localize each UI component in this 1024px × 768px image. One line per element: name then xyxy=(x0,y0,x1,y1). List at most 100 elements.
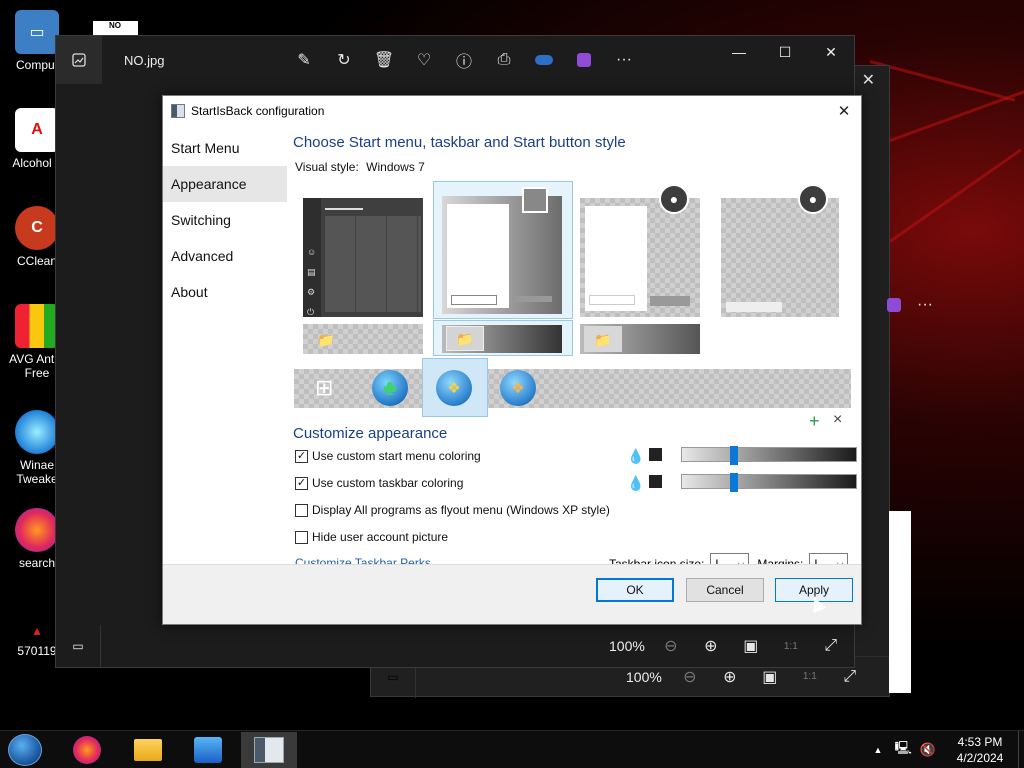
show-desktop-button[interactable] xyxy=(1018,731,1024,768)
start-style-windows8[interactable] xyxy=(580,198,700,317)
remove-style-button[interactable]: × xyxy=(833,411,842,429)
clock-date: 4/2/2024 xyxy=(956,751,1004,765)
fullscreen-icon[interactable]: ⤢ xyxy=(811,634,851,658)
fit-icon[interactable]: ▣ xyxy=(731,634,771,658)
start-style-windows10[interactable]: ☺ ▤ ⚙ ⏻ xyxy=(303,198,423,317)
firefox-icon xyxy=(73,736,101,764)
dialog-close-button[interactable]: ✕ xyxy=(833,100,855,122)
color-swatch[interactable] xyxy=(649,448,662,461)
transparency-drop-icon: 💧 xyxy=(627,474,645,491)
computer-icon: ▭ xyxy=(15,10,59,54)
zoom-out-icon[interactable]: ⊖ xyxy=(651,634,691,658)
zoom-in-icon[interactable]: ⊕ xyxy=(691,634,731,658)
zoom-in-icon[interactable]: ⊕ xyxy=(710,665,750,689)
fullscreen-icon[interactable]: ⤢ xyxy=(830,665,870,689)
maximize-button[interactable]: ☐ xyxy=(762,36,808,68)
startmenu-transparency-slider[interactable] xyxy=(681,446,857,465)
filmstrip-icon[interactable]: ▭ xyxy=(56,625,101,667)
start-button-clover[interactable]: ♣ xyxy=(372,370,408,406)
cancel-button[interactable]: Cancel xyxy=(686,578,764,602)
chevron-up-icon[interactable]: ▲ xyxy=(874,745,883,755)
file-name: NO.jpg xyxy=(124,52,165,68)
startisback-icon xyxy=(171,103,185,118)
checkbox[interactable] xyxy=(295,530,308,544)
zoom-level: 100% xyxy=(626,668,662,685)
rotate-icon[interactable]: ↻ xyxy=(324,48,364,72)
ok-button[interactable]: OK xyxy=(596,578,674,602)
clock[interactable]: 4:53 PM 4/2/2024 xyxy=(944,734,1016,766)
add-style-button[interactable]: + xyxy=(809,411,820,432)
close-button[interactable]: ✕ xyxy=(808,36,854,68)
volume-muted-icon[interactable]: 🔇 xyxy=(920,742,936,758)
taskbar-app-startisback[interactable] xyxy=(241,732,297,768)
nav-switching[interactable]: Switching xyxy=(163,202,287,238)
option-custom-startmenu-coloring[interactable]: ✓ Use custom start menu coloring xyxy=(295,449,481,463)
visual-style-label: Visual style: xyxy=(295,160,359,174)
customize-heading: Customize appearance xyxy=(293,425,448,442)
alcohol-icon: A xyxy=(15,108,59,152)
taskbar-style-3[interactable]: 📁 xyxy=(580,324,700,354)
transparency-drop-icon: 💧 xyxy=(627,447,645,464)
checkbox[interactable]: ✓ xyxy=(295,449,308,463)
start-style-windows7[interactable] xyxy=(433,181,573,319)
color-swatch[interactable] xyxy=(649,475,662,488)
actual-size-icon[interactable]: 1:1 xyxy=(771,634,811,658)
thumbnail-text: NO xyxy=(109,21,121,30)
taskbar-style-1[interactable]: 📁 xyxy=(303,324,423,354)
start-button[interactable] xyxy=(8,734,42,766)
option-label: Hide user account picture xyxy=(312,530,449,544)
taskbar-app-firefox[interactable] xyxy=(59,732,115,768)
firefox-icon xyxy=(15,508,59,552)
folder-icon: 📁 xyxy=(317,332,335,348)
startisback-dialog[interactable]: StartIsBack configuration ✕ Start Menu A… xyxy=(162,95,862,625)
print-icon[interactable]: ⎙ xyxy=(484,48,524,72)
option-label: Display All programs as flyout menu (Win… xyxy=(312,503,610,517)
option-custom-taskbar-coloring[interactable]: ✓ Use custom taskbar coloring xyxy=(295,476,463,490)
clipchamp-icon[interactable] xyxy=(564,48,604,72)
start-button-windows7[interactable]: ❖ xyxy=(436,370,472,406)
option-hide-user-picture[interactable]: Hide user account picture xyxy=(295,530,448,544)
window-controls: — ☐ ✕ xyxy=(716,36,854,68)
delete-icon[interactable]: 🗑 xyxy=(364,48,404,72)
clipchamp-icon[interactable] xyxy=(887,298,901,312)
onedrive-icon[interactable] xyxy=(524,48,564,72)
taskbar-color-row: 💧 xyxy=(627,473,857,492)
photos-bottombar: ▭ 100% ⊖ ⊕ ▣ 1:1 ⤢ xyxy=(56,625,854,667)
file-icon: ▴ xyxy=(33,621,41,638)
nav-appearance[interactable]: Appearance xyxy=(163,166,287,202)
section-heading: Choose Start menu, taskbar and Start but… xyxy=(293,134,626,151)
actual-size-icon[interactable]: 1:1 xyxy=(790,665,830,689)
slider-thumb[interactable] xyxy=(730,473,738,492)
more-icon[interactable]: ··· xyxy=(917,296,933,314)
fit-icon[interactable]: ▣ xyxy=(750,665,790,689)
option-flyout-all-programs[interactable]: Display All programs as flyout menu (Win… xyxy=(295,503,610,517)
option-label: Use custom start menu coloring xyxy=(312,449,481,463)
nav-about[interactable]: About xyxy=(163,274,287,310)
nav-advanced[interactable]: Advanced xyxy=(163,238,287,274)
close-icon[interactable]: ✕ xyxy=(862,70,875,90)
start-button-vista[interactable]: ❖ xyxy=(500,370,536,406)
taskbar-app-photos[interactable] xyxy=(180,732,236,768)
taskbar-style-2[interactable]: 📁 xyxy=(433,320,573,356)
start-button-windows10[interactable]: ⊞ xyxy=(315,377,333,399)
slider-thumb[interactable] xyxy=(730,446,738,465)
dialog-titlebar: StartIsBack configuration xyxy=(163,96,861,125)
taskbar-app-explorer[interactable] xyxy=(120,732,176,768)
avg-icon xyxy=(15,304,59,348)
taskbar-transparency-slider[interactable] xyxy=(681,473,857,492)
checkbox[interactable] xyxy=(295,503,308,517)
photos-toolbar: ✎ ↻ 🗑 ♡ ⓘ ⎙ ··· xyxy=(284,48,644,72)
edit-icon[interactable]: ✎ xyxy=(284,48,324,72)
nav-start-menu[interactable]: Start Menu xyxy=(163,130,287,166)
minimize-button[interactable]: — xyxy=(716,36,762,68)
favorite-icon[interactable]: ♡ xyxy=(404,48,444,72)
start-style-plain[interactable] xyxy=(721,198,839,317)
zoom-out-icon[interactable]: ⊖ xyxy=(670,665,710,689)
checkbox[interactable]: ✓ xyxy=(295,476,308,490)
info-icon[interactable]: ⓘ xyxy=(444,48,484,72)
more-icon[interactable]: ··· xyxy=(604,48,644,72)
appearance-panel: Choose Start menu, taskbar and Start but… xyxy=(293,125,857,574)
image-edge xyxy=(889,511,911,693)
desktop-thumbnail[interactable]: NO xyxy=(93,21,138,35)
network-icon[interactable]: 🖳 xyxy=(894,739,911,761)
